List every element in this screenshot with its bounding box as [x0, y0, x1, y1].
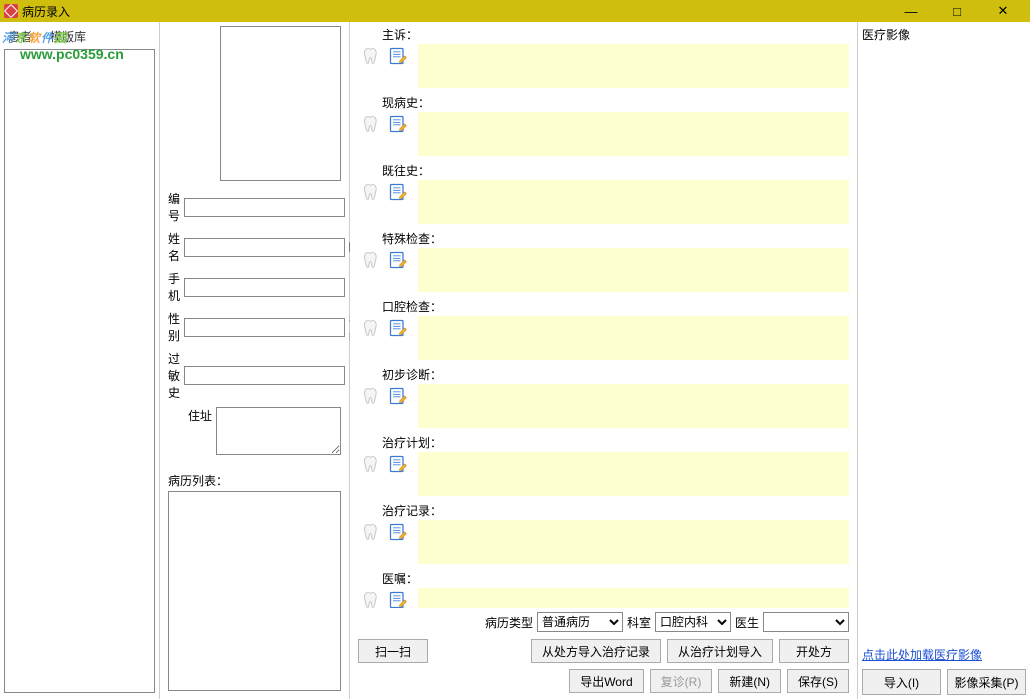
tooth-icon[interactable] [360, 588, 384, 608]
section-textarea[interactable] [418, 248, 849, 292]
label-dept: 科室 [627, 614, 651, 631]
maximize-button[interactable]: □ [934, 0, 980, 22]
label-allergy: 过敏史 [168, 350, 180, 401]
section-label: 主诉： [382, 26, 849, 43]
tooth-icon[interactable] [360, 384, 384, 408]
section-textarea[interactable] [418, 180, 849, 224]
sex-field[interactable] [184, 318, 345, 337]
load-imaging-link[interactable]: 点击此处加载医疗影像 [862, 646, 1026, 663]
edit-note-icon[interactable] [386, 112, 410, 136]
scan-button[interactable]: 扫一扫 [358, 639, 428, 663]
edit-note-icon[interactable] [386, 44, 410, 68]
section-label: 治疗记录： [382, 502, 849, 519]
id-field[interactable] [184, 198, 345, 217]
import-from-rx-button[interactable]: 从处方导入治疗记录 [531, 639, 661, 663]
edit-note-icon[interactable] [386, 180, 410, 204]
record-section: 现病史： [360, 94, 849, 156]
footer-config: 病历类型 普通病历 科室 口腔内科 医生 [350, 608, 857, 636]
template-list[interactable] [4, 49, 155, 693]
label-id: 编号 [168, 190, 180, 224]
section-textarea[interactable] [418, 384, 849, 428]
section-textarea[interactable] [418, 112, 849, 156]
record-section: 特殊检查： [360, 230, 849, 292]
edit-note-icon[interactable] [386, 588, 410, 608]
edit-note-icon[interactable] [386, 452, 410, 476]
record-type-select[interactable]: 普通病历 [537, 612, 623, 632]
record-section: 主诉： [360, 26, 849, 88]
section-textarea[interactable] [418, 452, 849, 496]
import-image-button[interactable]: 导入(I) [862, 669, 941, 695]
label-record-type: 病历类型 [485, 614, 533, 631]
edit-note-icon[interactable] [386, 248, 410, 272]
section-textarea[interactable] [418, 44, 849, 88]
record-section: 初步诊断： [360, 366, 849, 428]
record-section: 既往史： [360, 162, 849, 224]
section-label: 医嘱： [382, 570, 849, 587]
patient-photo[interactable] [220, 26, 341, 181]
import-from-plan-button[interactable]: 从治疗计划导入 [667, 639, 773, 663]
tooth-icon[interactable] [360, 520, 384, 544]
close-button[interactable]: ✕ [980, 0, 1026, 22]
prescribe-button[interactable]: 开处方 [779, 639, 849, 663]
tooth-icon[interactable] [360, 44, 384, 68]
section-textarea[interactable] [418, 520, 849, 564]
tab-patient[interactable]: 患者 [8, 28, 32, 45]
imaging-panel: 医疗影像 点击此处加载医疗影像 导入(I) 影像采集(P) [858, 22, 1030, 699]
record-section: 口腔检查： [360, 298, 849, 360]
minimize-button[interactable]: ― [888, 0, 934, 22]
left-panel: 患者 模版库 [0, 22, 160, 699]
section-label: 治疗计划： [382, 434, 849, 451]
tab-template[interactable]: 模版库 [50, 28, 86, 45]
export-word-button[interactable]: 导出Word [569, 669, 643, 693]
tooth-icon[interactable] [360, 112, 384, 136]
section-label: 口腔检查： [382, 298, 849, 315]
imaging-area[interactable] [862, 47, 1026, 640]
allergy-field[interactable] [184, 366, 345, 385]
app-icon [4, 4, 18, 18]
phone-field[interactable] [184, 278, 345, 297]
revisit-button[interactable]: 复诊(R) [650, 669, 713, 693]
record-section: 医嘱： [360, 570, 849, 608]
main-panel: 主诉：现病史：既往史：特殊检查：口腔检查：初步诊断：治疗计划：治疗记录：医嘱： … [350, 22, 858, 699]
tooth-icon[interactable] [360, 316, 384, 340]
record-list[interactable] [168, 491, 341, 691]
imaging-title: 医疗影像 [862, 26, 1026, 43]
window-title: 病历录入 [22, 3, 70, 20]
section-textarea[interactable] [418, 316, 849, 360]
name-field[interactable] [184, 238, 345, 257]
doctor-select[interactable] [763, 612, 849, 632]
tooth-icon[interactable] [360, 180, 384, 204]
edit-note-icon[interactable] [386, 384, 410, 408]
label-doctor: 医生 [735, 614, 759, 631]
patient-panel: 编号 姓名 VIP 手机 性别 年龄 过敏史 住址 病历列表： [160, 22, 350, 699]
label-phone: 手机 [168, 270, 180, 304]
dept-select[interactable]: 口腔内科 [655, 612, 731, 632]
titlebar: 病历录入 ― □ ✕ [0, 0, 1030, 22]
section-label: 既往史： [382, 162, 849, 179]
section-label: 现病史： [382, 94, 849, 111]
save-button[interactable]: 保存(S) [787, 669, 849, 693]
label-name: 姓名 [168, 230, 180, 264]
label-address: 住址 [168, 407, 212, 424]
label-sex: 性别 [168, 310, 180, 344]
tooth-icon[interactable] [360, 452, 384, 476]
section-label: 特殊检查： [382, 230, 849, 247]
new-button[interactable]: 新建(N) [718, 669, 781, 693]
record-section: 治疗计划： [360, 434, 849, 496]
section-textarea[interactable] [418, 588, 849, 608]
capture-image-button[interactable]: 影像采集(P) [947, 669, 1026, 695]
edit-note-icon[interactable] [386, 520, 410, 544]
section-label: 初步诊断： [382, 366, 849, 383]
address-field[interactable] [216, 407, 341, 455]
edit-note-icon[interactable] [386, 316, 410, 340]
tooth-icon[interactable] [360, 248, 384, 272]
record-section: 治疗记录： [360, 502, 849, 564]
label-records: 病历列表： [168, 472, 341, 489]
